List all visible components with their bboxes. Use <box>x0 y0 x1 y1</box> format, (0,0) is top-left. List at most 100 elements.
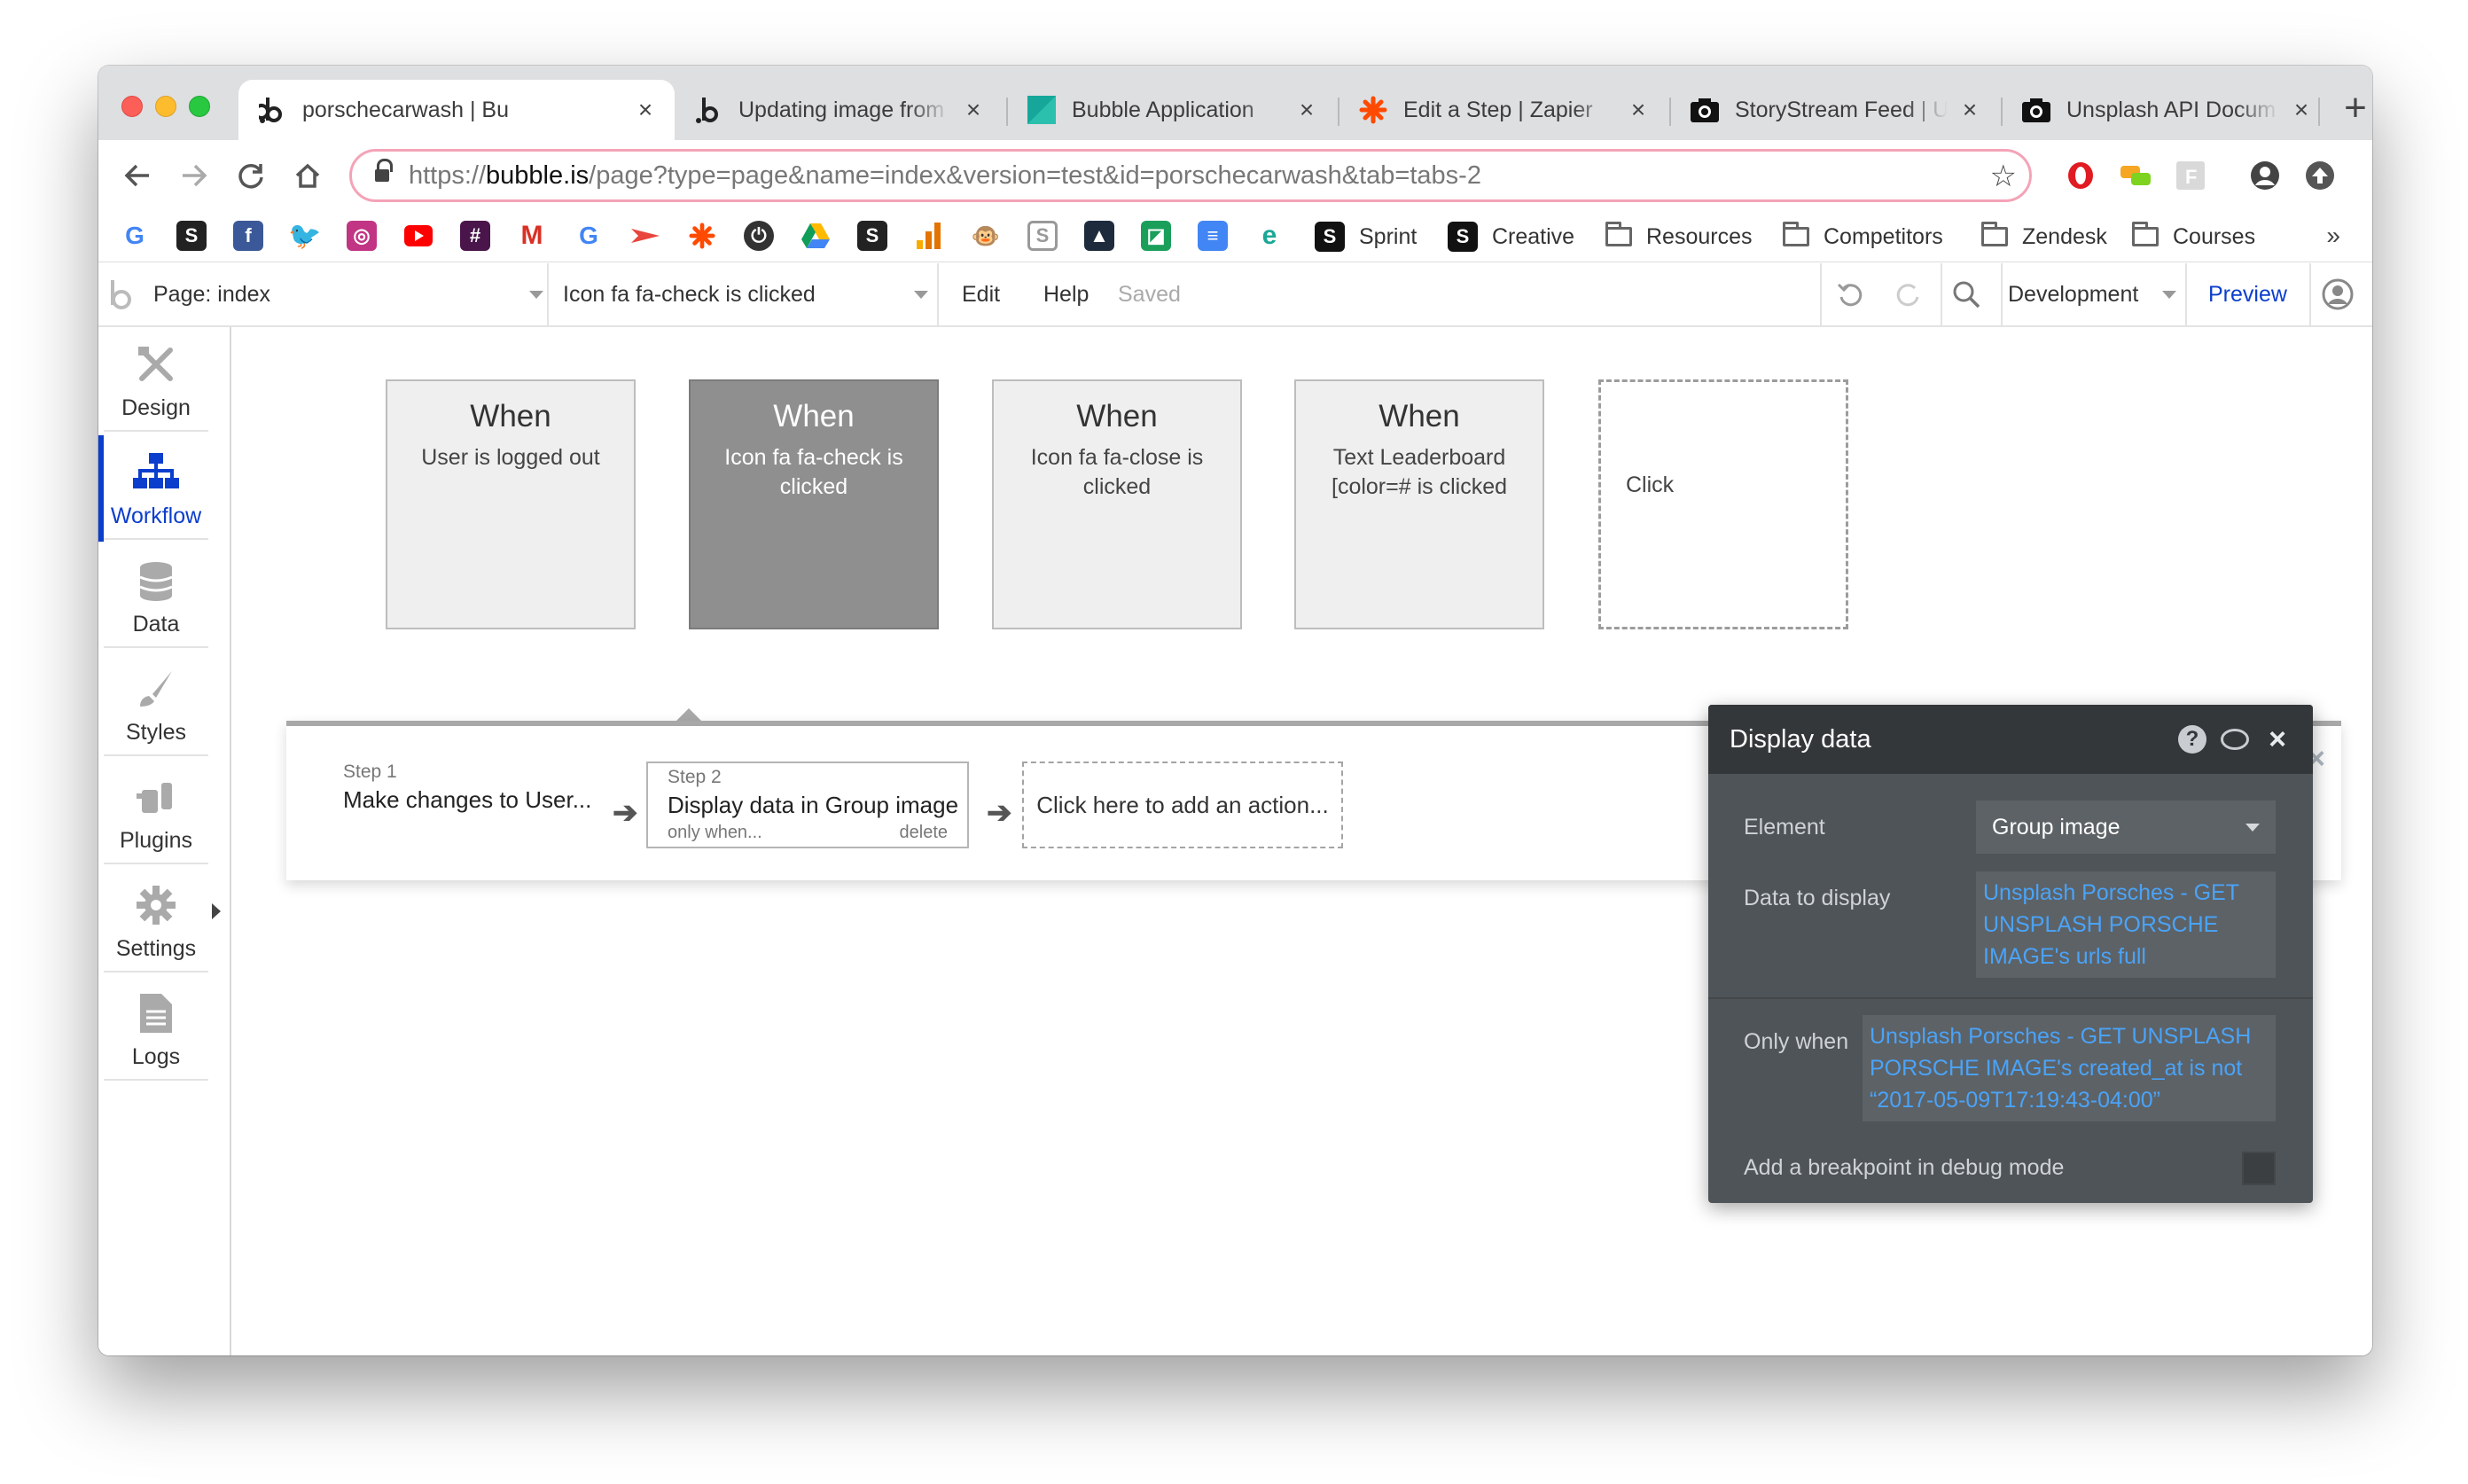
gmail-icon[interactable]: M <box>517 221 547 251</box>
tab-bubble-application[interactable]: Bubble Application × <box>1008 80 1336 140</box>
window-minimize-button[interactable] <box>155 96 176 117</box>
divider <box>937 263 939 325</box>
update-icon[interactable] <box>2302 158 2338 193</box>
tab-title: Edit a Step | Zapier <box>1403 97 1593 122</box>
bookmark-creative[interactable]: S Creative <box>1448 216 1574 257</box>
delete-link[interactable]: delete <box>900 823 949 843</box>
bookmark-star-icon[interactable]: ☆ <box>1990 159 2017 194</box>
sidebar-item-design[interactable]: Design <box>104 327 208 432</box>
window-zoom-button[interactable] <box>189 96 210 117</box>
s-square-icon[interactable]: S <box>857 221 887 251</box>
close-icon[interactable]: × <box>962 96 985 124</box>
forward-arrow-icon[interactable] <box>173 154 215 197</box>
opera-extension-icon[interactable] <box>2063 158 2098 193</box>
tab-updating-image[interactable]: Updating image from × <box>675 80 1003 140</box>
step-number: Step 1 <box>343 762 397 782</box>
instagram-icon[interactable]: ◎ <box>347 221 377 251</box>
bookmarks-overflow-button[interactable]: » <box>2326 222 2340 250</box>
sidebar-item-logs[interactable]: Logs <box>104 976 208 1081</box>
bookmark-zendesk[interactable]: Zendesk <box>1981 216 2107 257</box>
edit-menu[interactable]: Edit <box>962 263 1000 325</box>
data-to-display-expression[interactable]: Unsplash Porsches - GET UNSPLASH PORSCHE… <box>1976 871 2276 978</box>
address-bar[interactable]: https://bubble.is/page?type=page&name=in… <box>349 149 2032 202</box>
page-selector[interactable]: Page: index <box>153 263 543 325</box>
twitter-icon[interactable]: 🐦 <box>288 221 322 251</box>
power-icon[interactable]: ⏻ <box>744 221 774 251</box>
sidebar-item-plugins[interactable]: Plugins <box>104 760 208 864</box>
close-icon[interactable]: × <box>1295 96 1318 124</box>
bookmark-courses[interactable]: Courses <box>2132 216 2255 257</box>
zapier-asterisk-icon[interactable] <box>687 221 717 251</box>
s-outline-icon[interactable]: S <box>1027 221 1058 251</box>
profile-avatar-icon[interactable] <box>2247 158 2283 193</box>
photo-icon[interactable]: ▲ <box>1084 221 1114 251</box>
redo-icon[interactable] <box>1893 263 1923 325</box>
google-icon[interactable]: G <box>574 221 604 251</box>
event-card-logged-out[interactable]: When User is logged out <box>386 379 636 629</box>
help-icon[interactable]: ? <box>2178 725 2206 754</box>
sidebar-item-settings[interactable]: Settings <box>104 868 208 972</box>
bookmark-sprint[interactable]: S Sprint <box>1315 216 1417 257</box>
step-2[interactable]: Step 2 Display data in Group image only … <box>646 762 969 848</box>
svg-text:F: F <box>2185 166 2197 188</box>
e-icon[interactable]: e <box>1254 221 1285 251</box>
s-square-icon: S <box>1315 222 1345 252</box>
chevron-down-icon <box>914 290 928 299</box>
search-icon[interactable] <box>1951 263 1981 325</box>
browser-window: porschecarwash | Bu × Updating image fro… <box>98 66 2372 1355</box>
sidebar-item-data[interactable]: Data <box>104 543 208 648</box>
breakpoint-checkbox[interactable] <box>2242 1152 2276 1185</box>
analytics-icon[interactable] <box>914 221 944 251</box>
reload-icon[interactable] <box>230 154 272 197</box>
bookmark-label: Sprint <box>1359 223 1418 249</box>
bookmark-competitors[interactable]: Competitors <box>1783 216 1943 257</box>
tab-porschecarwash[interactable]: porschecarwash | Bu × <box>238 80 675 140</box>
youtube-icon[interactable] <box>403 221 433 251</box>
new-tab-button[interactable]: + <box>2332 87 2372 133</box>
sidebar-expand-arrow-icon[interactable] <box>212 903 221 919</box>
sheets-icon[interactable]: ◪ <box>1141 221 1171 251</box>
add-action-button[interactable]: Click here to add an action... <box>1022 762 1343 848</box>
undo-icon[interactable] <box>1836 263 1866 325</box>
event-card-check-clicked[interactable]: When Icon fa fa-check is clicked <box>689 379 939 629</box>
bubble-logo-icon[interactable] <box>107 263 137 325</box>
s-square-icon[interactable]: S <box>176 221 207 251</box>
step-1[interactable]: Step 1 Make changes to User... <box>343 762 591 848</box>
slack-icon[interactable]: # <box>460 221 490 251</box>
event-card-leaderboard-clicked[interactable]: When Text Leaderboard [color=# is clicke… <box>1294 379 1544 629</box>
account-avatar-icon[interactable] <box>2322 263 2354 325</box>
preview-button[interactable]: Preview <box>2208 263 2287 325</box>
version-label: Development <box>2008 281 2139 307</box>
element-dropdown[interactable]: Group image <box>1976 801 2276 854</box>
chat-extension-icon[interactable] <box>2118 158 2153 193</box>
add-event-card[interactable]: Click <box>1598 379 1848 629</box>
tab-storystream[interactable]: StoryStream Feed | U × <box>1671 80 1999 140</box>
back-arrow-icon[interactable] <box>116 154 159 197</box>
only-when-link[interactable]: only when... <box>668 823 762 843</box>
help-menu[interactable]: Help <box>1043 263 1089 325</box>
google-drive-icon[interactable] <box>801 221 831 251</box>
bookmark-resources[interactable]: Resources <box>1605 216 1753 257</box>
close-icon[interactable]: × <box>2290 96 2313 124</box>
google-icon[interactable]: G <box>120 221 150 251</box>
facebook-icon[interactable]: f <box>233 221 263 251</box>
sidebar-item-workflow[interactable]: Workflow <box>104 435 208 540</box>
mailchimp-icon[interactable]: 🐵 <box>971 221 1001 251</box>
sidebar-item-styles[interactable]: Styles <box>104 652 208 756</box>
version-selector[interactable]: Development <box>2008 263 2176 325</box>
comment-icon[interactable] <box>2221 725 2249 754</box>
tab-zapier[interactable]: Edit a Step | Zapier × <box>1339 80 1667 140</box>
home-icon[interactable] <box>286 154 329 197</box>
only-when-expression[interactable]: Unsplash Porsches - GET UNSPLASH PORSCHE… <box>1863 1015 2276 1121</box>
close-icon[interactable]: × <box>1627 96 1650 124</box>
arrow-extension-icon[interactable] <box>630 221 660 251</box>
tab-unsplash-api[interactable]: Unsplash API Docum × <box>2003 80 2331 140</box>
close-icon[interactable]: × <box>634 96 657 124</box>
close-icon[interactable]: × <box>1958 96 1981 124</box>
window-close-button[interactable] <box>121 96 143 117</box>
event-card-close-clicked[interactable]: When Icon fa fa-close is clicked <box>992 379 1242 629</box>
f-extension-icon[interactable]: F <box>2173 158 2208 193</box>
event-selector[interactable]: Icon fa fa-check is clicked <box>563 263 928 325</box>
docs-icon[interactable]: ≡ <box>1198 221 1228 251</box>
close-icon[interactable]: × <box>2263 722 2292 756</box>
